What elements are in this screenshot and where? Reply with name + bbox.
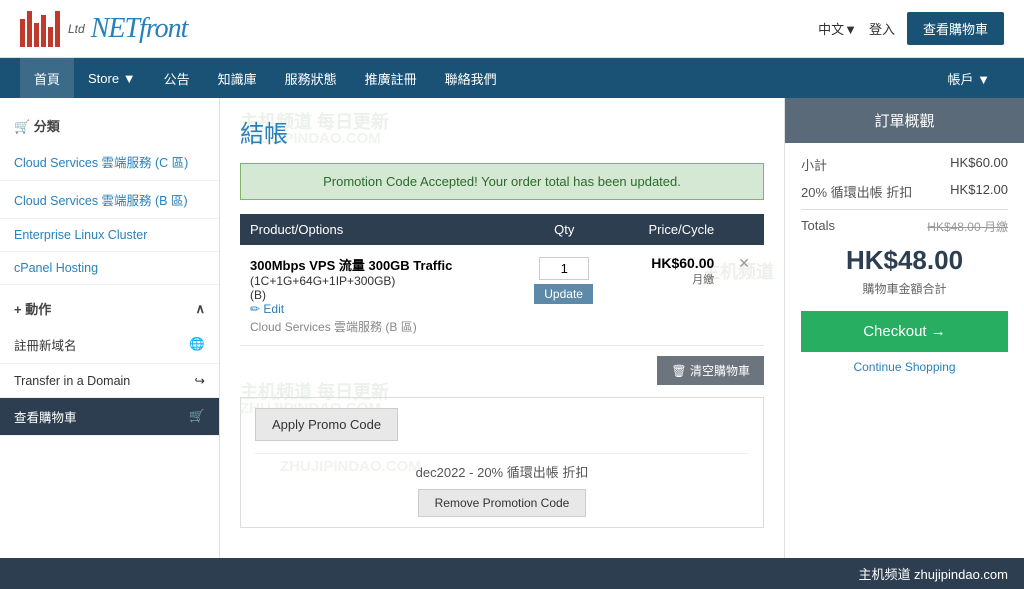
total-big: HK$48.00 [801,245,1008,276]
discount-value: HK$12.00 [950,182,1008,201]
footer-text: 主机频道 zhujipindao.com [858,567,1008,582]
main-content: 主机频道 每日更新 ZHUJIPINDAO.COM 主机频道 每日更新 ZHUJ… [220,98,784,558]
order-summary: 訂單概觀 小計 HK$60.00 20% 循環出帳 折扣 HK$12.00 To… [784,98,1024,558]
promo-applied-area: dec2022 - 20% 循環出帳 折扣 Remove Promotion C… [255,453,749,517]
product-name: 300Mbps VPS 流量 300GB Traffic [250,255,514,274]
cart-actions: 🗑 清空購物車 [240,356,764,385]
sidebar-item-cloud-b[interactable]: Cloud Services 雲端服務 (B 區) [0,181,219,219]
col-remove [724,214,764,245]
sidebar-categories-header: 🛒 分類 [0,108,219,143]
nav-item-announcements[interactable]: 公告 [150,58,204,98]
remove-cell: ✕ [724,245,764,346]
sidebar: 🛒 分類 Cloud Services 雲端服務 (C 區) Cloud Ser… [0,98,220,558]
transfer-icon: ↪ [195,373,205,388]
nav-item-store[interactable]: Store ▼ [74,58,150,98]
product-edit-link[interactable]: ✏ Edit [250,302,514,316]
bar4 [41,15,46,47]
header-right: 中文▼ 登入 查看購物車 [818,12,1004,45]
price-cell: HK$60.00 月繳 [604,245,724,346]
logo-netfront: NETfront [91,13,188,45]
product-details: (1C+1G+64G+1IP+300GB) [250,274,514,288]
navbar: 首頁 Store ▼ 公告 知識庫 服務狀態 推廣註冊 聯絡我們 帳戶 ▼ [0,58,1024,98]
logo-area: Ltd NETfront [20,11,818,47]
continue-shopping-link[interactable]: Continue Shopping [801,360,1008,374]
subtotal-value: HK$60.00 [950,155,1008,174]
promo-section: Apply Promo Code dec2022 - 20% 循環出帳 折扣 R… [240,397,764,528]
subtotal-label: 小計 [801,155,827,174]
sidebar-item-cloud-c[interactable]: Cloud Services 雲端服務 (C 區) [0,143,219,181]
nav-item-home[interactable]: 首頁 [20,58,74,98]
totals-strike: HK$48.00 月繳 [927,218,1008,235]
page-title: 結帳 [240,114,764,149]
nav-item-contact[interactable]: 聯絡我們 [431,58,511,98]
totals-row: Totals HK$48.00 月繳 [801,209,1008,235]
subtotal-row: 小計 HK$60.00 [801,155,1008,174]
clear-cart-button[interactable]: 🗑 清空購物車 [657,356,764,385]
order-summary-header: 訂單概觀 [785,98,1024,143]
remove-item-button[interactable]: ✕ [734,255,754,272]
header: Ltd NETfront 中文▼ 登入 查看購物車 [0,0,1024,58]
product-cell: 300Mbps VPS 流量 300GB Traffic (1C+1G+64G+… [240,245,524,346]
bar5 [48,27,53,47]
logo-bars-icon [20,11,60,47]
login-button[interactable]: 登入 [869,19,895,38]
discount-label: 20% 循環出帳 折扣 [801,182,912,201]
qty-cell: 1 Update [524,245,604,346]
cart-icon: 🛒 [189,409,205,424]
logo-net: NET [91,13,139,44]
product-zone: (B) [250,288,514,302]
nav-item-service-status[interactable]: 服務狀態 [271,58,351,98]
logo-ltd: Ltd [68,22,85,36]
qty-input[interactable]: 1 [539,257,589,280]
cart-table: Product/Options Qty Price/Cycle 300Mbps … [240,214,764,346]
logo-front: front [139,13,187,44]
product-service-label: Cloud Services 雲端服務 (B 區) [250,318,514,335]
col-qty: Qty [524,214,604,245]
nav-item-promotions[interactable]: 推廣註冊 [351,58,431,98]
bar2 [27,11,32,47]
sidebar-actions-header: + 動作 ∧ [0,291,219,326]
order-summary-body: 小計 HK$60.00 20% 循環出帳 折扣 HK$12.00 Totals … [785,143,1024,386]
total-sub: 購物車金額合計 [801,280,1008,297]
nav-item-knowledgebase[interactable]: 知識庫 [204,58,271,98]
col-price: Price/Cycle [604,214,724,245]
checkout-button[interactable]: Checkout → [801,311,1008,352]
promo-success-message: Promotion Code Accepted! Your order tota… [240,163,764,200]
discount-row: 20% 循環出帳 折扣 HK$12.00 [801,182,1008,201]
col-product: Product/Options [240,214,524,245]
sidebar-item-transfer-domain[interactable]: Transfer in a Domain ↪ [0,364,219,398]
page-layout: 🛒 分類 Cloud Services 雲端服務 (C 區) Cloud Ser… [0,98,1024,558]
price-cycle: 月繳 [614,271,714,287]
sidebar-item-view-cart[interactable]: 查看購物車 🛒 [0,398,219,436]
remove-promotion-button[interactable]: Remove Promotion Code [418,489,587,517]
bar6 [55,11,60,47]
sidebar-item-register-domain[interactable]: 註冊新域名 🌐 [0,326,219,364]
price-value: HK$60.00 [614,255,714,271]
footer-bar: 主机频道 zhujipindao.com [0,558,1024,589]
sidebar-item-linux-cluster[interactable]: Enterprise Linux Cluster [0,219,219,252]
sidebar-item-cpanel[interactable]: cPanel Hosting [0,252,219,285]
bar1 [20,19,25,47]
table-row: 300Mbps VPS 流量 300GB Traffic (1C+1G+64G+… [240,245,764,346]
apply-promo-button[interactable]: Apply Promo Code [255,408,398,441]
language-selector[interactable]: 中文▼ [818,19,857,38]
view-cart-header-button[interactable]: 查看購物車 [907,12,1004,45]
nav-item-account[interactable]: 帳戶 ▼ [934,58,1004,98]
totals-label: Totals [801,218,835,235]
update-qty-button[interactable]: Update [534,284,593,304]
promo-code-label: dec2022 - 20% 循環出帳 折扣 [255,462,749,481]
bar3 [34,23,39,47]
globe-icon: 🌐 [189,337,205,352]
